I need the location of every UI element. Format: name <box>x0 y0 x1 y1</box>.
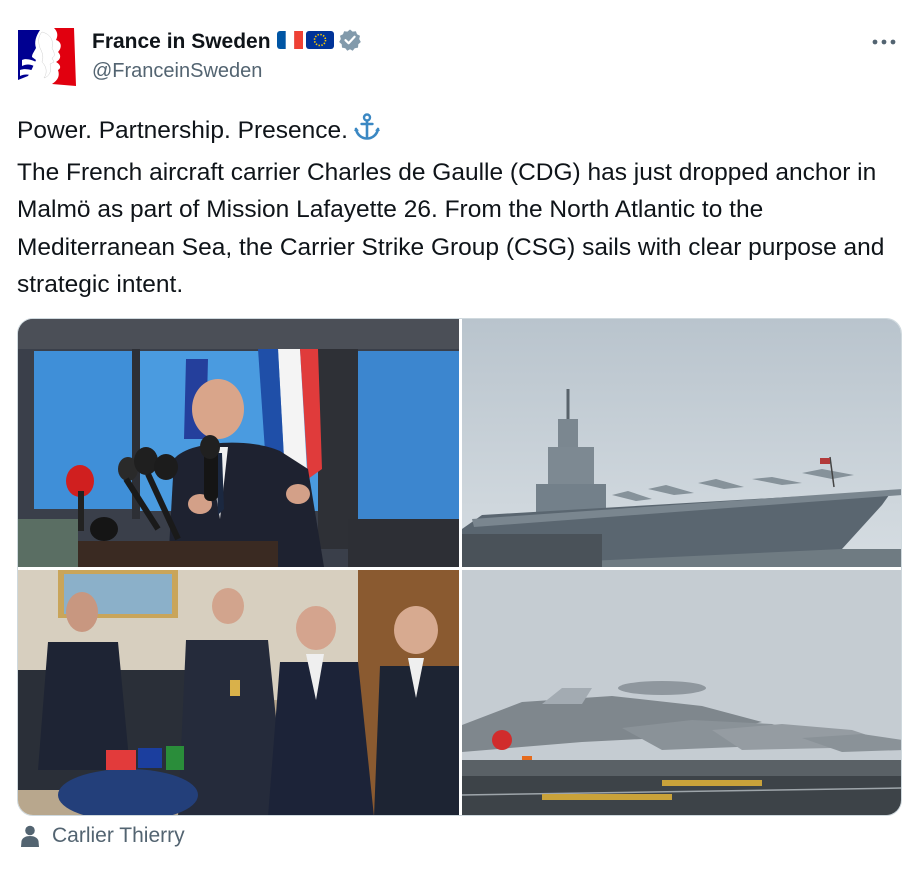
person-icon <box>20 825 40 847</box>
press-conference-photo[interactable] <box>18 319 459 567</box>
fighter-jets-photo[interactable] <box>462 570 901 815</box>
verified-badge-icon[interactable] <box>338 28 362 57</box>
meeting-photo[interactable] <box>18 570 459 815</box>
tweet-headline: Power. Partnership. Presence. <box>17 117 348 144</box>
tweet-text: Power. Partnership. Presence. The French… <box>17 112 907 304</box>
more-options-button[interactable] <box>867 28 901 56</box>
anchor-emoji-icon <box>352 112 382 154</box>
media-grid <box>17 318 902 816</box>
tweet-header: France in Sweden @FranceinSweden <box>16 24 903 92</box>
photo-credit-name[interactable]: Carlier Thierry <box>52 824 185 848</box>
tweet-body: The French aircraft carrier Charles de G… <box>17 158 892 299</box>
aircraft-carrier-photo[interactable] <box>462 319 901 567</box>
account-handle[interactable]: @FranceinSweden <box>92 60 362 83</box>
flag-eu-icon <box>305 30 334 55</box>
avatar[interactable] <box>16 26 78 88</box>
flag-france-icon <box>276 30 303 55</box>
tweet[interactable]: France in Sweden @FranceinSweden Power. … <box>0 0 919 871</box>
marianne-logo-icon <box>16 26 78 88</box>
photo-credit: Carlier Thierry <box>20 824 185 848</box>
display-name[interactable]: France in Sweden <box>92 30 271 54</box>
display-name-row: France in Sweden <box>92 28 362 56</box>
account-names: France in Sweden @FranceinSweden <box>92 28 362 83</box>
tweet-text-line1: Power. Partnership. Presence. <box>17 112 907 154</box>
ellipsis-icon <box>872 39 896 45</box>
